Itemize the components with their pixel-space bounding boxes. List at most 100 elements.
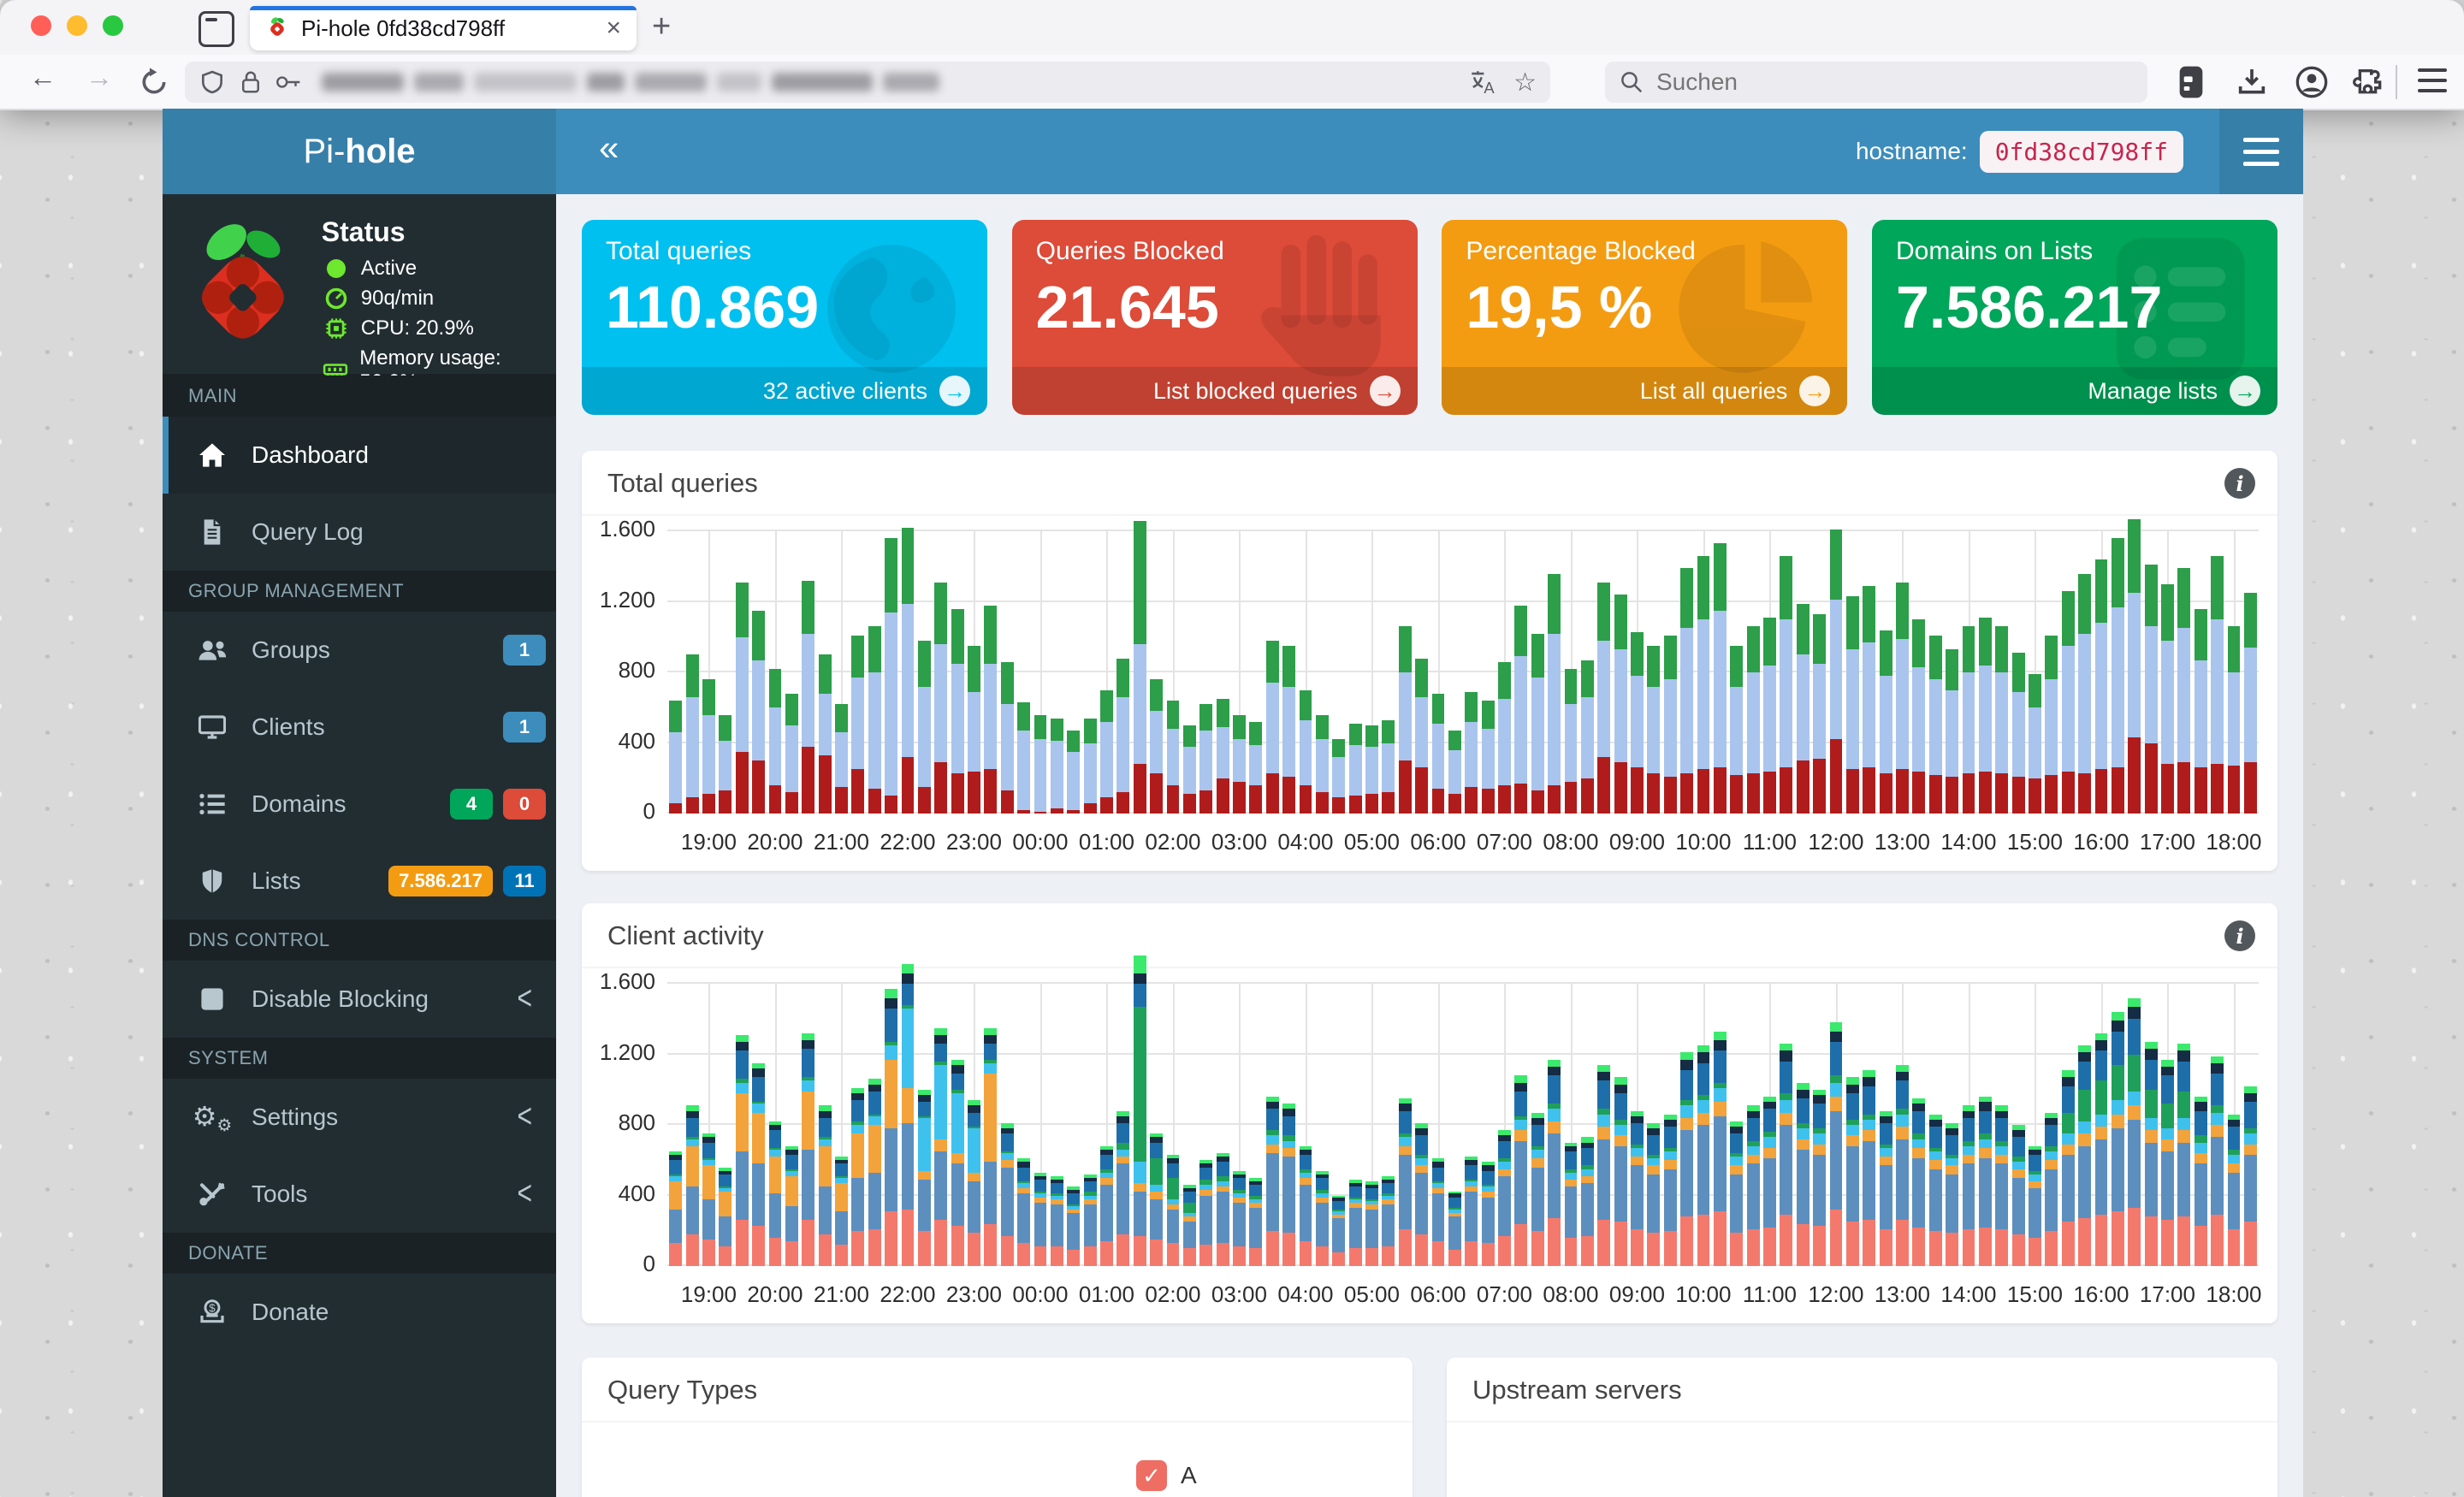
chart-bar[interactable] xyxy=(1083,1174,1097,1266)
chart-bar[interactable] xyxy=(1580,1137,1594,1266)
chart-bar[interactable] xyxy=(1348,723,1362,814)
chart-bar[interactable] xyxy=(2243,1086,2257,1266)
chart-bar[interactable] xyxy=(1431,1158,1445,1266)
chart-bar[interactable] xyxy=(1680,568,1693,814)
chart-bar[interactable] xyxy=(1845,596,1859,814)
chart-bar[interactable] xyxy=(1315,714,1329,814)
chart-bar[interactable] xyxy=(1564,668,1578,814)
chart-bar[interactable] xyxy=(1332,739,1346,814)
chart-bar[interactable] xyxy=(1431,693,1445,814)
chart-bar[interactable] xyxy=(2177,568,2191,814)
browser-tab[interactable]: Pi-hole 0fd38cd798ff × xyxy=(250,6,637,50)
pihole-logo-text[interactable]: Pi-hole xyxy=(163,109,556,194)
chart-bar[interactable] xyxy=(1663,1114,1677,1266)
chart-bar[interactable] xyxy=(851,635,865,814)
chart-bar[interactable] xyxy=(1879,630,1892,814)
chart-bar[interactable] xyxy=(1166,1155,1180,1266)
chart-bar[interactable] xyxy=(1796,1082,1810,1266)
chart-bar[interactable] xyxy=(1763,618,1776,814)
chart-bar[interactable] xyxy=(2011,653,2025,814)
chart-bar[interactable] xyxy=(1813,613,1826,814)
chart-bar[interactable] xyxy=(1564,1142,1578,1266)
chart-bar[interactable] xyxy=(2111,538,2124,814)
sidebar-item-tools[interactable]: Tools < xyxy=(163,1156,556,1233)
chart-bar[interactable] xyxy=(752,610,765,814)
chart-bar[interactable] xyxy=(1017,702,1030,814)
total-queries-chart[interactable]: 0 400 800 1.200 1.600 19:00 20:00 21:00 22:00 23:… xyxy=(582,516,2277,871)
chart-bar[interactable] xyxy=(1233,714,1246,814)
chart-bar[interactable] xyxy=(2094,559,2108,814)
sidebar-item-query-log[interactable]: Query Log xyxy=(163,494,556,571)
chart-bar[interactable] xyxy=(1962,1105,1975,1266)
chart-bar[interactable] xyxy=(2144,1042,2158,1266)
downloads-icon[interactable] xyxy=(2235,65,2269,99)
chart-bar[interactable] xyxy=(1182,1185,1196,1266)
chart-bar[interactable] xyxy=(1050,718,1063,814)
sidebar-item-settings[interactable]: ⚙⚙ Settings < xyxy=(163,1079,556,1156)
chart-bar[interactable] xyxy=(1365,1181,1378,1266)
chart-bar[interactable] xyxy=(2045,635,2058,814)
chart-bar[interactable] xyxy=(1697,555,1710,814)
chart-bar[interactable] xyxy=(1730,646,1744,814)
chart-bar[interactable] xyxy=(735,582,749,814)
chart-bar[interactable] xyxy=(1647,1122,1661,1266)
chart-bar[interactable] xyxy=(1249,721,1263,814)
chart-bar[interactable] xyxy=(1282,646,1295,814)
chart-bar[interactable] xyxy=(968,1100,980,1266)
search-bar[interactable] xyxy=(1605,62,2147,103)
chart-bar[interactable] xyxy=(2029,674,2041,814)
new-tab-button[interactable]: + xyxy=(652,9,671,45)
chart-bar[interactable] xyxy=(768,1121,782,1266)
tab-manager-icon[interactable] xyxy=(198,11,234,47)
chart-bar[interactable] xyxy=(1382,1175,1395,1266)
chart-bar[interactable] xyxy=(1631,1110,1644,1266)
chart-bar[interactable] xyxy=(1415,1122,1428,1266)
card-footer-link[interactable]: 32 active clients → xyxy=(582,367,987,415)
chart-bar[interactable] xyxy=(1531,633,1544,814)
chart-bar[interactable] xyxy=(1597,582,1611,814)
chart-bar[interactable] xyxy=(1216,1153,1229,1266)
chart-bar[interactable] xyxy=(1928,1114,1942,1266)
search-input[interactable] xyxy=(1655,68,2069,97)
chart-bar[interactable] xyxy=(1465,691,1478,814)
chart-bar[interactable] xyxy=(785,1145,798,1266)
chart-bar[interactable] xyxy=(1282,1104,1295,1266)
sidebar-item-dashboard[interactable]: Dashboard xyxy=(163,417,556,494)
chart-bar[interactable] xyxy=(2111,1012,2124,1266)
lock-icon[interactable] xyxy=(238,68,264,96)
forward-button[interactable]: → xyxy=(86,62,113,93)
chart-bar[interactable] xyxy=(685,1105,699,1266)
chart-bar[interactable] xyxy=(984,1027,998,1266)
chart-bar[interactable] xyxy=(2161,583,2174,814)
chart-bar[interactable] xyxy=(1514,605,1528,814)
chart-bar[interactable] xyxy=(1233,1170,1246,1266)
chart-bar[interactable] xyxy=(818,1105,832,1266)
chart-bar[interactable] xyxy=(1415,658,1428,814)
chart-bar[interactable] xyxy=(1116,1110,1130,1266)
chart-bar[interactable] xyxy=(1000,1122,1014,1266)
pihole-menu-button[interactable] xyxy=(2219,109,2303,194)
chart-bar[interactable] xyxy=(1829,529,1843,814)
chart-bar[interactable] xyxy=(901,964,915,1266)
zoom-window-button[interactable] xyxy=(103,15,123,36)
chart-bar[interactable] xyxy=(1647,646,1661,814)
chart-bar[interactable] xyxy=(835,704,848,814)
chart-bar[interactable] xyxy=(719,714,732,814)
reload-icon[interactable] xyxy=(137,65,171,99)
card-footer-link[interactable]: Manage lists → xyxy=(1871,367,2277,415)
chart-bar[interactable] xyxy=(1166,701,1180,814)
chart-bar[interactable] xyxy=(752,1062,765,1266)
chart-bar[interactable] xyxy=(885,989,897,1266)
chart-bar[interactable] xyxy=(1133,520,1146,814)
chart-bar[interactable] xyxy=(735,1034,749,1266)
chart-bar[interactable] xyxy=(2211,1056,2224,1266)
chart-bar[interactable] xyxy=(1465,1157,1478,1266)
chart-bar[interactable] xyxy=(1730,1121,1744,1266)
container-extension-icon[interactable] xyxy=(2175,65,2207,99)
chart-bar[interactable] xyxy=(968,646,980,814)
chart-bar[interactable] xyxy=(1481,1162,1495,1266)
chart-bar[interactable] xyxy=(2061,591,2075,814)
chart-bar[interactable] xyxy=(1631,631,1644,814)
chart-bar[interactable] xyxy=(1067,731,1081,814)
chart-bar[interactable] xyxy=(1498,1130,1511,1266)
